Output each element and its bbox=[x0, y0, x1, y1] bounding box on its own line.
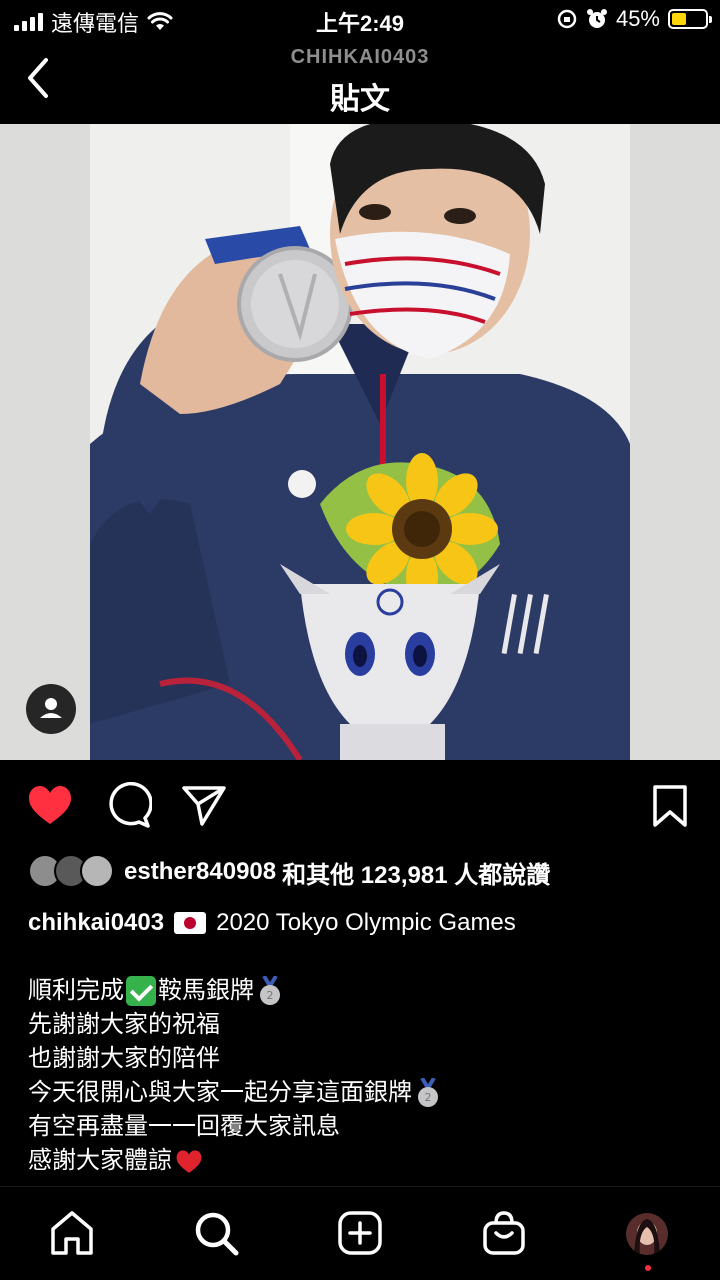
profile-avatar bbox=[626, 1213, 668, 1255]
person-tag-icon bbox=[40, 698, 62, 718]
page-title: 貼文 bbox=[330, 83, 390, 116]
caption-text: 鞍馬銀牌 bbox=[158, 977, 254, 1004]
notification-dot bbox=[645, 1265, 651, 1271]
like-button[interactable] bbox=[26, 782, 74, 830]
post-photo[interactable] bbox=[0, 124, 720, 760]
post-actions bbox=[0, 760, 720, 850]
post-photo-illustration bbox=[0, 124, 720, 760]
japan-flag-icon bbox=[174, 912, 207, 934]
caption-line: 順利完成 鞍馬銀牌 2 bbox=[28, 974, 692, 1008]
caption-line: 先謝謝大家的祝福 bbox=[28, 1008, 692, 1042]
new-post-icon bbox=[338, 1211, 382, 1255]
nav-new-post[interactable] bbox=[336, 1209, 384, 1257]
silver-medal-icon: 2 bbox=[260, 976, 280, 1005]
liker-avatars bbox=[28, 854, 114, 890]
caption-line: 感謝大家體諒 bbox=[28, 1144, 692, 1178]
nav-search[interactable] bbox=[192, 1209, 240, 1257]
likes-user[interactable]: esther840908 bbox=[124, 858, 276, 886]
caption-text: 順利完成 bbox=[28, 977, 124, 1004]
post-caption: chihkai0403 2020 Tokyo Olympic Games 順利完… bbox=[28, 906, 692, 1178]
caption-line: 也謝謝大家的陪伴 bbox=[28, 1042, 692, 1076]
search-icon bbox=[195, 1212, 239, 1256]
status-right: 45% bbox=[556, 6, 712, 32]
heart-filled-icon bbox=[29, 786, 71, 824]
save-button[interactable] bbox=[646, 782, 694, 830]
home-icon bbox=[51, 1211, 93, 1255]
caption-username[interactable]: chihkai0403 bbox=[28, 906, 164, 940]
tag-people-button[interactable] bbox=[26, 684, 76, 734]
battery-icon bbox=[668, 9, 712, 29]
caption-line: 有空再盡量一一回覆大家訊息 bbox=[28, 1110, 692, 1144]
check-mark-icon bbox=[126, 976, 156, 1006]
post-header: CHIHKAI0403 貼文 bbox=[0, 40, 720, 124]
header-username[interactable]: CHIHKAI0403 bbox=[0, 46, 720, 69]
status-bar: 遠傳電信 上午2:49 45% bbox=[0, 0, 720, 40]
caption-text: 今天很開心與大家一起分享這面銀牌 bbox=[28, 1079, 412, 1106]
paper-plane-icon bbox=[182, 786, 226, 826]
nav-home[interactable] bbox=[48, 1209, 96, 1257]
nav-shop[interactable] bbox=[480, 1209, 528, 1257]
likes-row[interactable]: esther840908 和其他 123,981 人都說讚 bbox=[28, 852, 550, 892]
share-button[interactable] bbox=[180, 782, 228, 830]
caption-text: 也謝謝大家的陪伴 bbox=[28, 1045, 220, 1072]
silver-medal-icon: 2 bbox=[418, 1078, 438, 1107]
red-heart-icon bbox=[176, 1150, 202, 1173]
nav-profile[interactable] bbox=[624, 1211, 670, 1257]
caption-text: 有空再盡量一一回覆大家訊息 bbox=[28, 1113, 340, 1140]
shop-icon bbox=[483, 1211, 525, 1255]
bookmark-icon bbox=[653, 785, 687, 827]
caption-first-line: chihkai0403 2020 Tokyo Olympic Games bbox=[28, 906, 692, 940]
comment-bubble-icon bbox=[109, 782, 152, 828]
caption-line: 今天很開心與大家一起分享這面銀牌 2 bbox=[28, 1076, 692, 1110]
svg-text:2: 2 bbox=[267, 989, 274, 1002]
caption-headline: 2020 Tokyo Olympic Games bbox=[216, 909, 516, 936]
comment-button[interactable] bbox=[104, 782, 152, 830]
bottom-nav bbox=[0, 1186, 720, 1280]
rotation-lock-icon bbox=[557, 9, 577, 29]
caption-text: 先謝謝大家的祝福 bbox=[28, 1011, 220, 1038]
battery-percent: 45% bbox=[615, 6, 660, 31]
alarm-icon bbox=[586, 9, 607, 28]
likes-count[interactable]: 和其他 123,981 人都說讚 bbox=[282, 855, 550, 890]
svg-text:2: 2 bbox=[425, 1091, 432, 1104]
avatar bbox=[80, 854, 114, 888]
caption-text: 感謝大家體諒 bbox=[28, 1147, 172, 1174]
